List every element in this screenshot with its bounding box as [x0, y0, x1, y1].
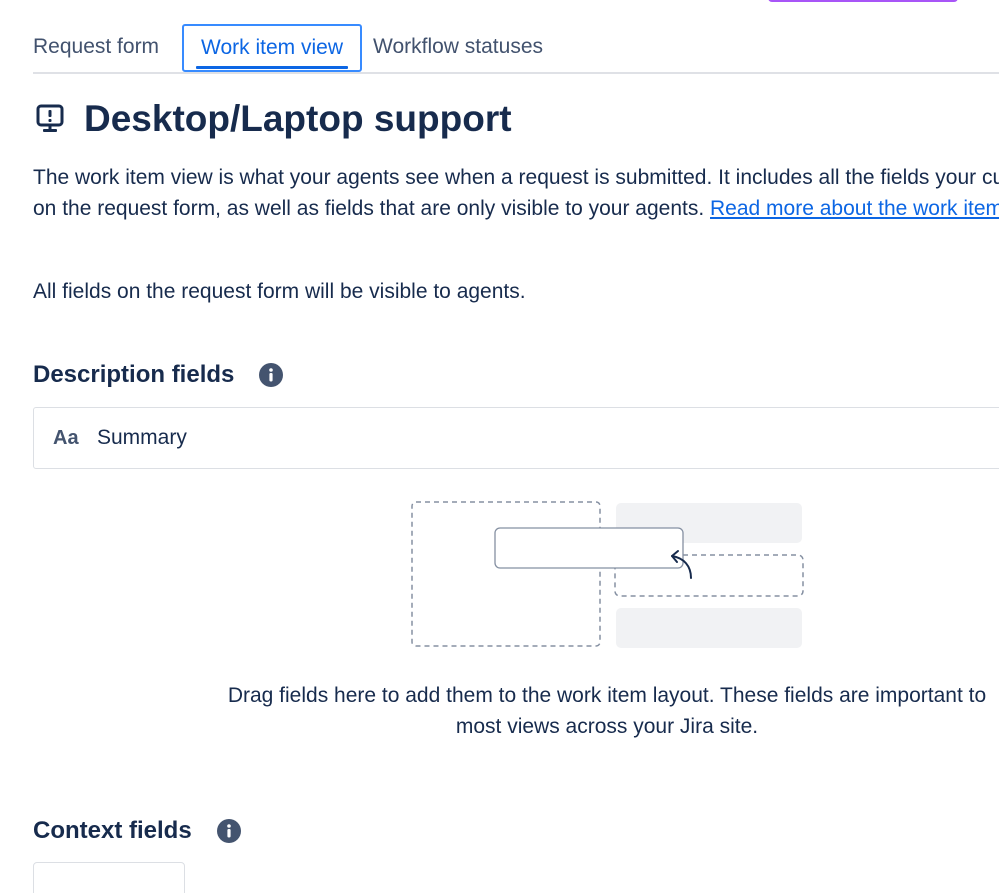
title-row: Desktop/Laptop support — [36, 94, 512, 144]
drag-fields-illustration — [411, 501, 804, 648]
read-more-link[interactable]: Read more about the work item view — [710, 197, 999, 220]
description-fields-heading: Description fields — [33, 361, 284, 389]
tab-work-item-view-label: Work item view — [201, 36, 343, 59]
monitor-icon — [36, 104, 64, 132]
info-icon[interactable] — [259, 363, 284, 387]
intro-paragraph: The work item view is what your agents s… — [33, 163, 999, 224]
summary-field-card[interactable]: Aa Summary — [33, 407, 999, 469]
text-field-icon: Aa — [53, 426, 79, 449]
drag-fields-hint: Drag fields here to add them to the work… — [227, 684, 987, 738]
page-title: Desktop/Laptop support — [84, 98, 512, 139]
tab-bar: Request form Work item view Workflow sta… — [33, 24, 999, 74]
info-icon[interactable] — [216, 819, 241, 843]
tab-workflow-statuses[interactable]: Workflow statuses — [373, 24, 543, 70]
tab-work-item-view[interactable]: Work item view — [182, 24, 362, 72]
context-fields-heading: Context fields — [33, 817, 241, 845]
page: Request form Work item view Workflow sta… — [0, 0, 999, 893]
tab-request-form[interactable]: Request form — [33, 24, 159, 70]
summary-field-label: Summary — [97, 426, 187, 449]
description-fields-title: Description fields — [33, 361, 235, 388]
visibility-note: All fields on the request form will be v… — [33, 280, 526, 303]
context-fields-title: Context fields — [33, 817, 192, 844]
active-tab-indicator — [196, 66, 348, 69]
purple-accent-button[interactable] — [768, 0, 958, 2]
context-field-card[interactable] — [33, 862, 185, 893]
